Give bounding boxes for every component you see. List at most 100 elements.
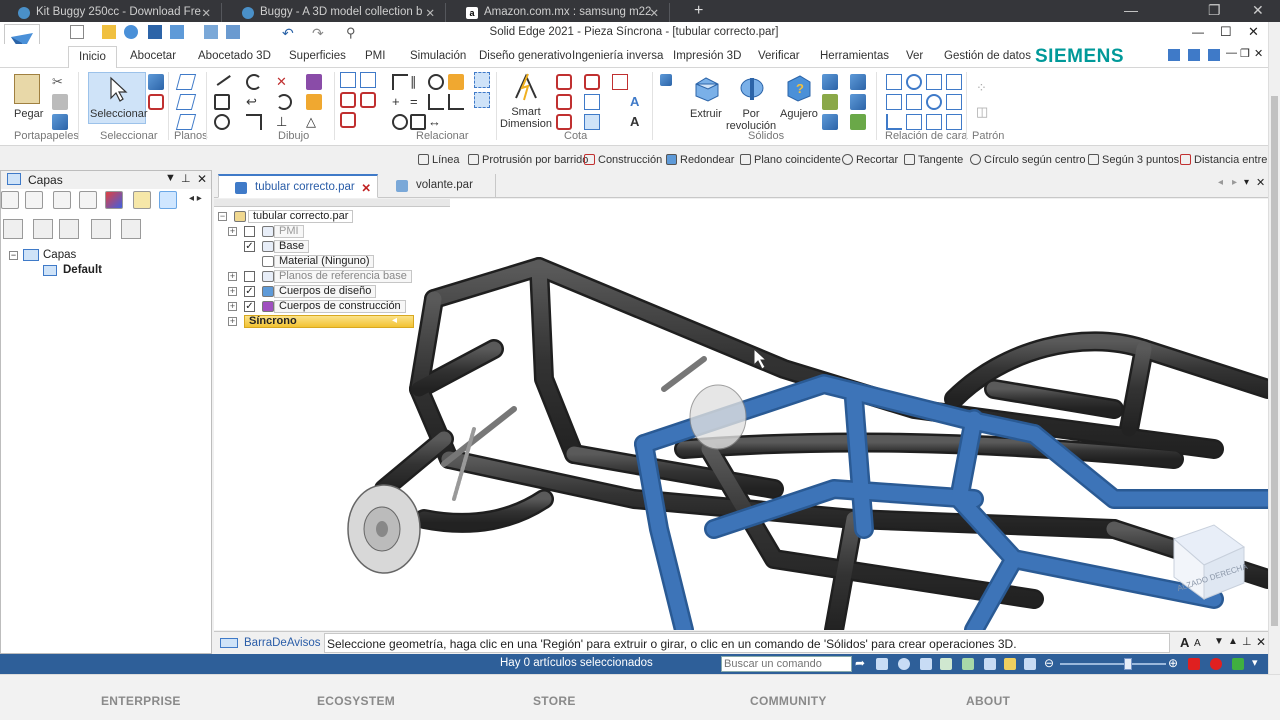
select-box-icon[interactable] [148, 94, 164, 110]
browser-tab-2[interactable]: Buggy - A 3D model collection b ✕ [224, 3, 446, 22]
tab-abocetado-3d[interactable]: Abocetado 3D [198, 50, 271, 62]
project-icon[interactable]: ⊥ [276, 114, 292, 130]
thin-wall-icon[interactable] [822, 94, 838, 110]
revolve-icon[interactable] [738, 74, 766, 102]
format-painter-icon[interactable] [52, 114, 68, 130]
face-rel-3-icon[interactable] [926, 74, 942, 90]
cmd-redondear[interactable]: Redondear [666, 154, 734, 166]
close-tab-icon[interactable]: ✕ [201, 6, 211, 20]
dim-7-icon[interactable] [584, 114, 600, 130]
face-rel-6-icon[interactable] [906, 94, 922, 110]
browser-tab-3[interactable]: a Amazon.com.mx : samsung m22 ✕ [448, 3, 670, 22]
library-tab-icon[interactable] [53, 191, 71, 209]
zoom-slider[interactable] [1060, 658, 1166, 670]
rotate-icon[interactable] [962, 658, 974, 670]
tab-abocetar[interactable]: Abocetar [130, 50, 176, 62]
download-icon[interactable] [1232, 658, 1244, 670]
pathfinder-splitter[interactable] [214, 199, 450, 207]
relate-5-icon[interactable] [340, 112, 356, 128]
draft-icon[interactable] [850, 94, 866, 110]
dim-3-icon[interactable] [612, 74, 628, 90]
perpendicular-icon[interactable] [428, 94, 444, 110]
extrude-icon[interactable] [692, 74, 720, 102]
prompt-close-icon[interactable]: ✕ [1256, 635, 1266, 649]
arc-icon[interactable] [246, 74, 262, 90]
move-icon[interactable] [306, 94, 322, 110]
rollback-bar-icon[interactable]: ◂ [392, 315, 397, 326]
select-button[interactable]: Seleccionar [88, 72, 147, 124]
collapse-icon[interactable]: − [218, 212, 227, 221]
curve-icon[interactable]: ↩ [246, 94, 262, 110]
relate-3-icon[interactable] [340, 92, 356, 108]
print-icon[interactable] [204, 25, 218, 39]
footer-link-enterprise[interactable]: ENTERPRISE [101, 694, 181, 708]
line-icon[interactable] [213, 70, 231, 86]
plane-angle-icon[interactable] [175, 114, 197, 130]
smart-dimension-label[interactable]: Smart Dimension [500, 106, 552, 130]
round-icon[interactable] [822, 74, 838, 90]
customize-icon[interactable]: ⚲ [346, 25, 360, 40]
smart-dimension-icon[interactable] [512, 72, 540, 102]
new-file-icon[interactable] [70, 25, 84, 39]
tab-list-icon[interactable]: ▾ [1244, 177, 1249, 188]
concentric-icon[interactable] [428, 74, 444, 90]
layout-icon[interactable] [1188, 49, 1200, 61]
save-icon[interactable] [148, 25, 162, 39]
browser-minimize-icon[interactable]: — [1124, 2, 1138, 18]
expand-icon[interactable]: + [228, 302, 237, 311]
paste-button-label[interactable]: Pegar [14, 108, 43, 120]
face-rel-4-icon[interactable] [946, 74, 962, 90]
close-doc-icon[interactable]: ✕ [361, 181, 371, 195]
rib-icon[interactable] [822, 114, 838, 130]
horizontal-icon[interactable]: + [392, 94, 408, 110]
tab-diseno-generativo[interactable]: Diseño generativo [479, 50, 572, 62]
new-tab-button[interactable]: + [694, 2, 703, 20]
cmd-construccion[interactable]: Construcción [584, 154, 662, 166]
tab-verificar[interactable]: Verificar [758, 50, 800, 62]
trim-icon[interactable]: ✕ [276, 74, 292, 90]
face-rel-7-icon[interactable] [926, 94, 942, 110]
family-tab-icon[interactable] [79, 191, 97, 209]
ribbon-minimize-icon[interactable]: — [1226, 47, 1237, 59]
open-file-icon[interactable] [102, 25, 116, 39]
face-rel-5-icon[interactable] [886, 94, 902, 110]
zoom-out-icon[interactable]: ⊖ [1044, 656, 1054, 670]
pmi-checkbox[interactable] [244, 226, 255, 237]
save-all-icon[interactable] [170, 25, 184, 39]
delete-layer-icon[interactable] [121, 219, 141, 239]
cmd-protrusion[interactable]: Protrusión por barrido [468, 154, 588, 166]
zoom-area-icon[interactable] [876, 658, 888, 670]
pin-icon[interactable]: ⊥ [181, 172, 191, 185]
tab-impresion-3d[interactable]: Impresión 3D [673, 50, 741, 62]
add-body-icon[interactable] [850, 114, 866, 130]
ribbon-close-icon[interactable]: ✕ [1254, 47, 1263, 60]
dim-1-icon[interactable] [556, 74, 572, 90]
align-icon[interactable]: ↔ [428, 114, 444, 130]
tab-pmi[interactable]: PMI [365, 50, 385, 62]
prompt-dropdown-icon[interactable]: ▼ [1214, 636, 1224, 647]
copy-icon[interactable] [52, 94, 68, 110]
zoom-slider-thumb[interactable] [1124, 658, 1132, 670]
pan-icon[interactable] [940, 658, 952, 670]
paste-icon[interactable] [14, 74, 40, 104]
globe-icon[interactable] [124, 25, 138, 39]
statusbar-menu-icon[interactable]: ▾ [1252, 656, 1258, 669]
features-tab-icon[interactable] [1, 191, 19, 209]
dim-6-icon[interactable] [556, 114, 572, 130]
minimize-button[interactable]: — [1192, 25, 1204, 39]
cmd-tangente[interactable]: Tangente [904, 154, 963, 166]
cmd-plano-coincidente[interactable]: Plano coincidente [740, 154, 841, 166]
graphics-viewport[interactable]: ALZADO DERECHA − tubular correcto.par + … [214, 199, 1268, 630]
select-filter-icon[interactable] [148, 74, 164, 90]
help-icon[interactable] [1208, 49, 1220, 61]
tab-scroll-left-icon[interactable]: ◂ [1218, 177, 1223, 188]
tab-ver[interactable]: Ver [906, 50, 923, 62]
browser-restore-icon[interactable]: ❐ [1208, 2, 1221, 19]
redo-icon[interactable]: ↷ [312, 25, 326, 41]
hole-icon[interactable]: ? [784, 74, 812, 102]
relationship-handles-icon[interactable] [474, 72, 490, 88]
record-icon[interactable] [1210, 658, 1222, 670]
display-icon[interactable] [1024, 658, 1036, 670]
lock-icon[interactable] [448, 74, 464, 90]
collapse-icon[interactable]: − [9, 251, 18, 260]
